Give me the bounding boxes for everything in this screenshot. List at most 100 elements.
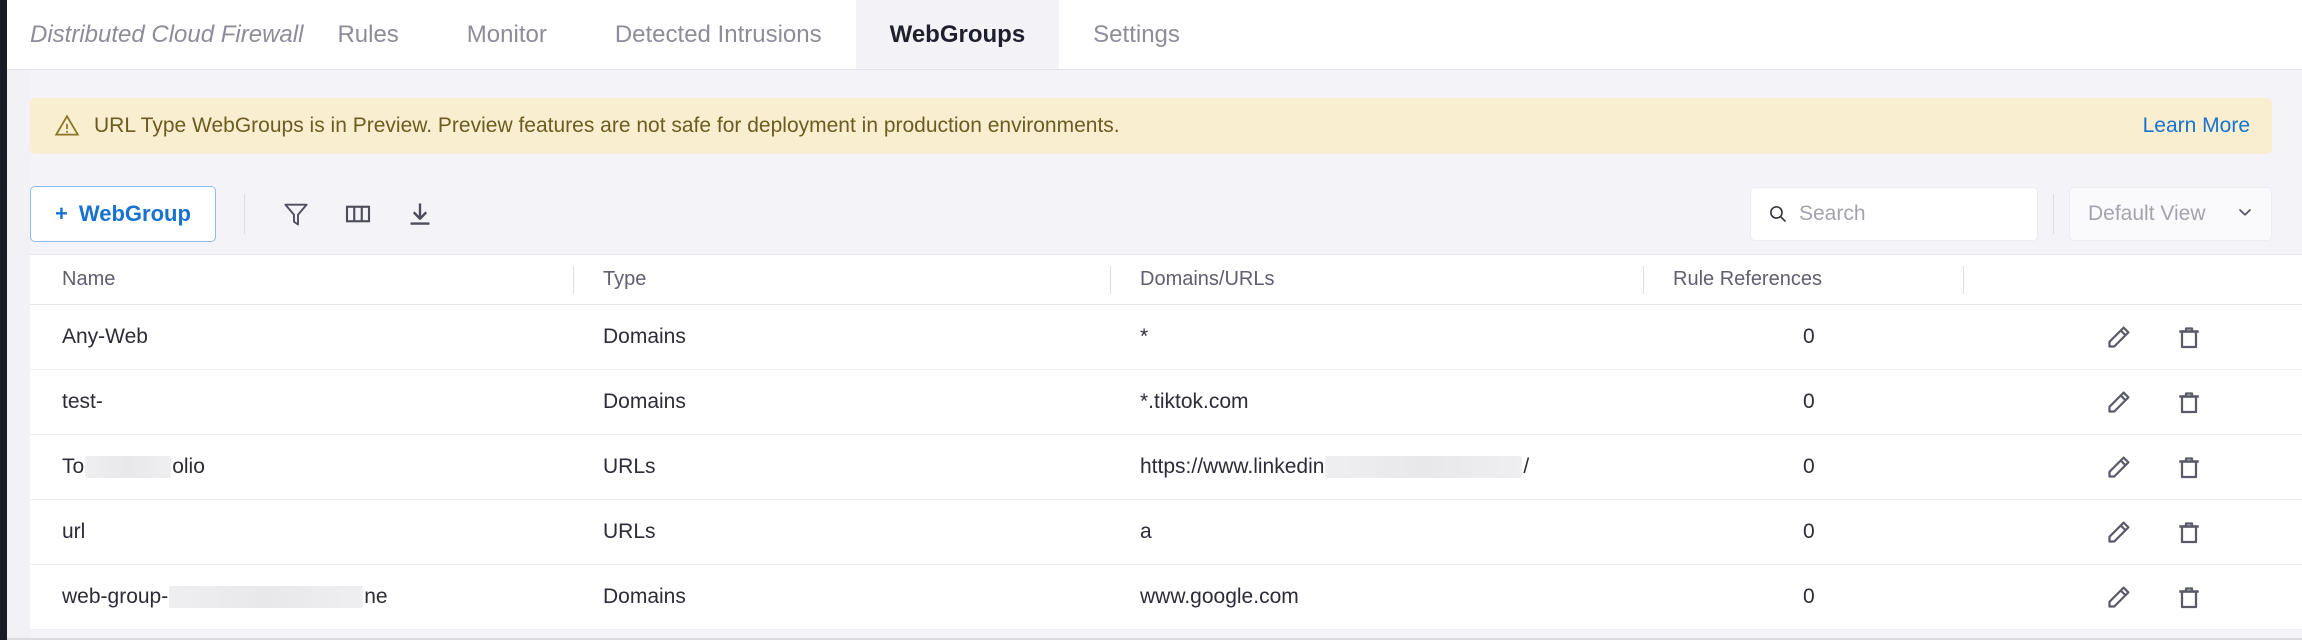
search-icon xyxy=(1767,203,1789,225)
cell-rule-references: 0 xyxy=(1643,500,1963,564)
cell-name: web-group-ne xyxy=(30,565,573,629)
table-toolbar: + WebGroup Search Default View xyxy=(30,178,2272,250)
redacted-text xyxy=(1325,456,1523,478)
edit-icon[interactable] xyxy=(2102,580,2136,614)
webgroups-page: Distributed Cloud Firewall Rules Monitor… xyxy=(0,0,2302,640)
cell-actions xyxy=(1963,435,2302,499)
tab-detected-intrusions[interactable]: Detected Intrusions xyxy=(581,0,856,69)
view-select-value: Default View xyxy=(2088,202,2206,225)
row-action-group xyxy=(1963,515,2206,549)
edit-icon[interactable] xyxy=(2102,515,2136,549)
column-header-name[interactable]: Name xyxy=(30,255,573,304)
column-header-type[interactable]: Type xyxy=(573,255,1110,304)
page-left-gutter xyxy=(7,0,30,640)
app-left-rail xyxy=(0,0,7,640)
table-row[interactable]: url URLs a 0 xyxy=(30,500,2302,565)
cell-domains-urls: *.tiktok.com xyxy=(1110,370,1643,434)
column-divider xyxy=(573,265,574,294)
column-divider xyxy=(1110,265,1111,294)
cell-rule-references: 0 xyxy=(1643,370,1963,434)
column-header-domains-urls[interactable]: Domains/URLs xyxy=(1110,255,1643,304)
filter-icon[interactable] xyxy=(273,191,319,237)
rule-reference-count: 0 xyxy=(1803,585,1815,608)
webgroup-name: To olio xyxy=(62,455,205,478)
table-header-row: Name Type Domains/URLs Rule References xyxy=(30,255,2302,305)
edit-icon[interactable] xyxy=(2102,320,2136,354)
table-row[interactable]: test- Domains *.tiktok.com 0 xyxy=(30,370,2302,435)
preview-banner-text: URL Type WebGroups is in Preview. Previe… xyxy=(94,114,1120,137)
row-action-group xyxy=(1963,450,2206,484)
preview-banner-wrap: URL Type WebGroups is in Preview. Previe… xyxy=(30,98,2272,154)
webgroup-domain: www.google.com xyxy=(1140,585,1299,608)
webgroup-domain: a xyxy=(1140,520,1152,543)
view-select[interactable]: Default View xyxy=(2069,187,2272,241)
edit-icon[interactable] xyxy=(2102,385,2136,419)
column-header-rule-references[interactable]: Rule References xyxy=(1643,255,1963,304)
cell-domains-urls: * xyxy=(1110,305,1643,369)
cell-type: URLs xyxy=(573,435,1110,499)
rule-reference-count: 0 xyxy=(1803,455,1815,478)
cell-name: url xyxy=(30,500,573,564)
delete-icon[interactable] xyxy=(2172,385,2206,419)
rule-reference-count: 0 xyxy=(1803,520,1815,543)
plus-icon: + xyxy=(55,201,68,226)
add-webgroup-button[interactable]: + WebGroup xyxy=(30,186,216,242)
table-body: Any-Web Domains * 0 test- Domains *.tiktok.com… xyxy=(30,305,2302,630)
webgroup-type: URLs xyxy=(603,455,656,478)
tab-monitor[interactable]: Monitor xyxy=(433,0,581,69)
view-divider xyxy=(2053,194,2054,234)
table-row[interactable]: To olio URLs https://www.linkedin/0 xyxy=(30,435,2302,500)
cell-actions xyxy=(1963,500,2302,564)
cell-actions xyxy=(1963,565,2302,629)
download-icon[interactable] xyxy=(397,191,443,237)
edit-icon[interactable] xyxy=(2102,450,2136,484)
column-header-actions xyxy=(1963,255,2302,304)
cell-name: Any-Web xyxy=(30,305,573,369)
rule-reference-count: 0 xyxy=(1803,390,1815,413)
warning-triangle-icon xyxy=(54,113,80,139)
tab-settings[interactable]: Settings xyxy=(1059,0,1214,69)
tab-rules[interactable]: Rules xyxy=(303,0,432,69)
tab-webgroups[interactable]: WebGroups xyxy=(855,0,1060,69)
cell-type: Domains xyxy=(573,370,1110,434)
learn-more-link[interactable]: Learn More xyxy=(2143,114,2250,138)
webgroup-domain: * xyxy=(1140,325,1149,348)
webgroup-name: Any-Web xyxy=(62,325,148,348)
webgroup-type: URLs xyxy=(603,520,656,543)
delete-icon[interactable] xyxy=(2172,515,2206,549)
columns-icon[interactable] xyxy=(335,191,381,237)
table-row[interactable]: Any-Web Domains * 0 xyxy=(30,305,2302,370)
cell-rule-references: 0 xyxy=(1643,435,1963,499)
column-divider xyxy=(1963,265,1964,294)
preview-banner: URL Type WebGroups is in Preview. Previe… xyxy=(30,98,2272,154)
webgroup-name: url xyxy=(62,520,86,543)
search-input[interactable] xyxy=(1799,202,2009,226)
main-tabbar: Distributed Cloud Firewall Rules Monitor… xyxy=(7,0,2302,70)
delete-icon[interactable] xyxy=(2172,580,2206,614)
cell-actions xyxy=(1963,370,2302,434)
toolbar-divider xyxy=(243,194,245,234)
webgroup-domain: *.tiktok.com xyxy=(1140,390,1249,413)
product-title: Distributed Cloud Firewall xyxy=(30,20,304,48)
webgroup-name: test- xyxy=(62,390,103,413)
row-action-group xyxy=(1963,580,2206,614)
delete-icon[interactable] xyxy=(2172,320,2206,354)
cell-actions xyxy=(1963,305,2302,369)
cell-domains-urls: a xyxy=(1110,500,1643,564)
cell-domains-urls: https://www.linkedin / xyxy=(1110,435,1643,499)
row-action-group xyxy=(1963,385,2206,419)
cell-type: Domains xyxy=(573,565,1110,629)
rule-reference-count: 0 xyxy=(1803,325,1815,348)
row-action-group xyxy=(1963,320,2206,354)
column-divider xyxy=(1643,265,1644,294)
search-box[interactable] xyxy=(1750,187,2038,241)
delete-icon[interactable] xyxy=(2172,450,2206,484)
cell-rule-references: 0 xyxy=(1643,565,1963,629)
webgroups-table: Name Type Domains/URLs Rule References A… xyxy=(30,254,2302,630)
webgroup-domain: https://www.linkedin / xyxy=(1140,455,1530,478)
cell-rule-references: 0 xyxy=(1643,305,1963,369)
cell-name: To olio xyxy=(30,435,573,499)
table-row[interactable]: web-group-ne Domains www.google.com 0 xyxy=(30,565,2302,630)
redacted-text xyxy=(85,456,172,478)
toolbar-icon-group xyxy=(273,191,443,237)
